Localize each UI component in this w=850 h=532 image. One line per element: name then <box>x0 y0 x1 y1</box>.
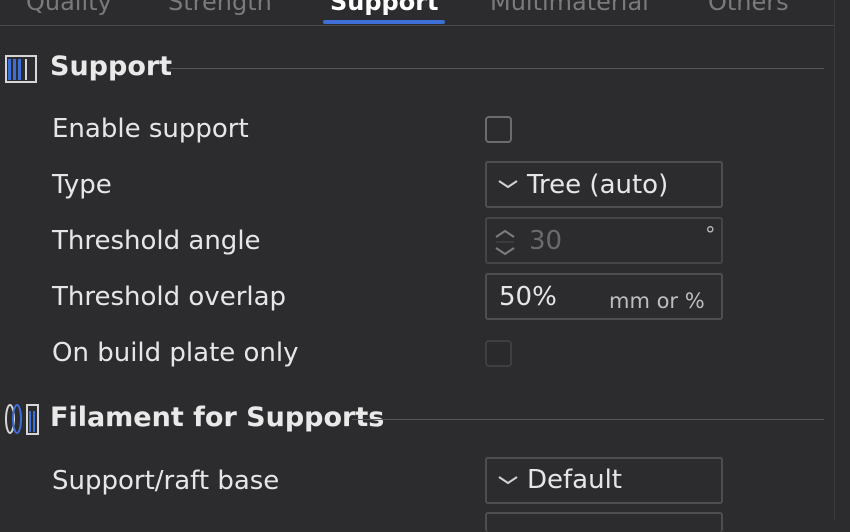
enable-support-checkbox[interactable] <box>485 116 512 143</box>
threshold-overlap-input[interactable]: 50% mm or % <box>485 273 723 320</box>
tab-bar: Quality Strength Support Multimaterial O… <box>0 0 834 26</box>
section-title-support: Support <box>50 51 173 82</box>
threshold-angle-value: 30 <box>529 226 563 256</box>
type-dropdown[interactable]: Tree (auto) <box>485 161 723 208</box>
label-raft-base: Support/raft base <box>52 466 280 496</box>
section-title-filament: Filament for Supports <box>50 402 385 433</box>
label-type: Type <box>52 170 112 200</box>
active-tab-indicator <box>323 20 445 24</box>
tab-others[interactable]: Others <box>708 0 789 16</box>
label-threshold-angle: Threshold angle <box>52 226 261 256</box>
chevron-down-icon <box>498 476 518 485</box>
chevron-down-icon <box>498 180 518 189</box>
filament-icon <box>5 404 39 435</box>
tab-strength[interactable]: Strength <box>168 0 272 16</box>
tab-divider <box>0 25 834 26</box>
spinner-icon[interactable] <box>493 225 517 259</box>
section-divider <box>352 419 824 420</box>
tab-support[interactable]: Support <box>330 0 439 16</box>
next-dropdown[interactable] <box>485 512 723 532</box>
threshold-angle-spinner[interactable]: 30 ° <box>485 217 723 264</box>
tab-multimaterial[interactable]: Multimaterial <box>490 0 649 16</box>
raft-base-value: Default <box>527 465 622 495</box>
support-icon <box>5 55 37 83</box>
raft-base-dropdown[interactable]: Default <box>485 457 723 504</box>
section-divider <box>170 68 824 69</box>
threshold-angle-unit: ° <box>705 223 716 247</box>
build-plate-only-checkbox[interactable] <box>485 340 512 367</box>
type-value: Tree (auto) <box>527 170 669 200</box>
label-enable-support: Enable support <box>52 114 249 144</box>
tab-quality[interactable]: Quality <box>26 0 112 16</box>
label-threshold-overlap: Threshold overlap <box>52 282 287 312</box>
threshold-overlap-value: 50% <box>499 282 557 312</box>
label-build-plate-only: On build plate only <box>52 338 299 368</box>
threshold-overlap-unit: mm or % <box>609 289 705 313</box>
panel-edge <box>834 0 835 520</box>
